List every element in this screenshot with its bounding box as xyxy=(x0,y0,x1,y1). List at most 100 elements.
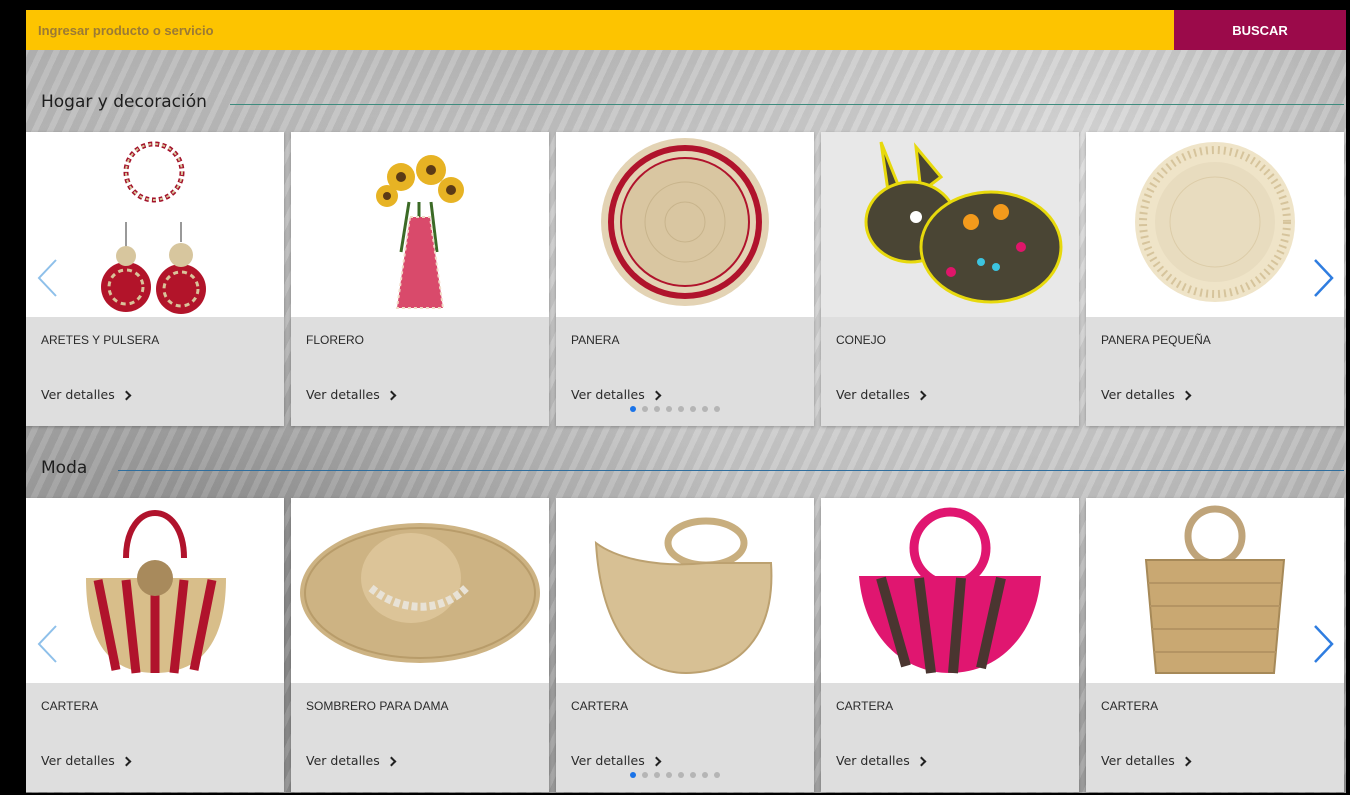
details-link[interactable]: Ver detalles xyxy=(836,387,927,402)
carousel-dots xyxy=(630,772,720,778)
carousel-dot[interactable] xyxy=(642,406,648,412)
carousel-dot[interactable] xyxy=(654,772,660,778)
chevron-right-icon xyxy=(1181,390,1192,400)
carousel-dot[interactable] xyxy=(702,406,708,412)
product-name: CARTERA xyxy=(571,699,629,713)
section-header: Hogar y decoración xyxy=(26,92,1346,126)
section-moda: Moda xyxy=(26,458,1346,492)
chevron-right-icon xyxy=(121,756,132,766)
carousel-dot[interactable] xyxy=(678,772,684,778)
carousel-dot[interactable] xyxy=(642,772,648,778)
details-link[interactable]: Ver detalles xyxy=(571,753,662,768)
chevron-right-icon xyxy=(916,756,927,766)
product-name: CONEJO xyxy=(836,333,887,347)
chevron-right-icon xyxy=(1314,625,1334,663)
small-basket-icon xyxy=(1135,142,1295,302)
product-card[interactable]: CONEJO Ver detalles xyxy=(821,132,1079,426)
product-image[interactable] xyxy=(26,498,284,683)
product-image[interactable] xyxy=(821,498,1079,683)
product-name: CARTERA xyxy=(836,699,894,713)
section-divider xyxy=(230,104,1344,105)
product-card[interactable]: CARTERA Ver detalles xyxy=(1086,498,1344,792)
chevron-right-icon xyxy=(1314,259,1334,297)
vase-flowers-icon xyxy=(376,155,464,309)
details-link[interactable]: Ver detalles xyxy=(306,387,397,402)
carousel-dot[interactable] xyxy=(666,772,672,778)
details-link[interactable]: Ver detalles xyxy=(836,753,927,768)
product-image[interactable] xyxy=(1086,498,1344,683)
product-card[interactable]: CARTERA Ver detalles xyxy=(821,498,1079,792)
chevron-right-icon xyxy=(651,756,662,766)
carousel-dot[interactable] xyxy=(630,406,636,412)
rabbit-plush-icon xyxy=(864,141,1063,304)
wide-hat-icon xyxy=(300,523,540,663)
details-link-label: Ver detalles xyxy=(306,753,380,768)
product-image[interactable] xyxy=(291,132,549,317)
product-name: CARTERA xyxy=(41,699,99,713)
product-image[interactable] xyxy=(26,132,284,317)
product-card[interactable]: CARTERA Ver detalles xyxy=(26,498,284,792)
details-link[interactable]: Ver detalles xyxy=(571,387,662,402)
details-link-label: Ver detalles xyxy=(571,387,645,402)
earrings-bracelet-icon xyxy=(101,141,206,314)
chevron-right-icon xyxy=(651,390,662,400)
product-image[interactable] xyxy=(556,498,814,683)
product-name: CARTERA xyxy=(1101,699,1159,713)
chevron-right-icon xyxy=(121,390,132,400)
tote-basket-icon xyxy=(1144,505,1286,674)
section-hogar: Hogar y decoración xyxy=(26,92,1346,126)
product-image[interactable] xyxy=(291,498,549,683)
details-link[interactable]: Ver detalles xyxy=(41,753,132,768)
carousel-dots xyxy=(630,406,720,412)
screen-frame: BUSCAR Hogar y decoración xyxy=(0,0,1350,795)
carousel-dot[interactable] xyxy=(714,772,720,778)
carousel-dot[interactable] xyxy=(678,406,684,412)
details-link-label: Ver detalles xyxy=(1101,753,1175,768)
search-button[interactable]: BUSCAR xyxy=(1174,10,1346,50)
carousel-moda: CARTERA Ver detalles SOMBRERO PARA DAMA … xyxy=(26,498,1346,792)
carousel-dot[interactable] xyxy=(702,772,708,778)
product-name: ARETES Y PULSERA xyxy=(41,333,160,347)
carousel-dot[interactable] xyxy=(714,406,720,412)
details-link-label: Ver detalles xyxy=(836,387,910,402)
details-link-label: Ver detalles xyxy=(306,387,380,402)
carousel-next-arrow[interactable] xyxy=(1313,258,1335,298)
straw-handbag-icon xyxy=(594,517,773,675)
product-name: SOMBRERO PARA DAMA xyxy=(306,699,449,713)
details-link-label: Ver detalles xyxy=(41,753,115,768)
chevron-right-icon xyxy=(386,756,397,766)
product-name: FLORERO xyxy=(306,333,365,347)
page-viewport: BUSCAR Hogar y decoración xyxy=(26,10,1346,793)
product-name: PANERA xyxy=(571,333,620,347)
carousel-dot[interactable] xyxy=(654,406,660,412)
details-link[interactable]: Ver detalles xyxy=(1101,753,1192,768)
details-link[interactable]: Ver detalles xyxy=(1101,387,1192,402)
carousel-dot[interactable] xyxy=(690,772,696,778)
section-divider xyxy=(118,470,1344,471)
product-image[interactable] xyxy=(556,132,814,317)
section-title: Hogar y decoración xyxy=(41,92,207,112)
carousel-hogar: ARETES Y PULSERA Ver detalles FLORERO Ve… xyxy=(26,132,1346,426)
product-card[interactable]: FLORERO Ver detalles xyxy=(291,132,549,426)
product-card[interactable]: PANERA Ver detalles xyxy=(556,132,814,426)
details-link-label: Ver detalles xyxy=(571,753,645,768)
section-header: Moda xyxy=(26,458,1346,492)
section-title: Moda xyxy=(41,458,88,478)
details-link[interactable]: Ver detalles xyxy=(41,387,132,402)
product-card[interactable]: SOMBRERO PARA DAMA Ver detalles xyxy=(291,498,549,792)
carousel-dot[interactable] xyxy=(690,406,696,412)
chevron-right-icon xyxy=(916,390,927,400)
details-link[interactable]: Ver detalles xyxy=(306,753,397,768)
carousel-dot[interactable] xyxy=(666,406,672,412)
chevron-right-icon xyxy=(1181,756,1192,766)
carousel-dot[interactable] xyxy=(630,772,636,778)
search-input[interactable] xyxy=(26,10,1174,50)
product-card[interactable]: ARETES Y PULSERA Ver detalles xyxy=(26,132,284,426)
product-image[interactable] xyxy=(821,132,1079,317)
bread-basket-icon xyxy=(601,138,769,306)
search-bar: BUSCAR xyxy=(26,10,1346,50)
carousel-next-arrow[interactable] xyxy=(1313,624,1335,664)
product-card[interactable]: PANERA PEQUEÑA Ver detalles xyxy=(1086,132,1344,426)
product-card[interactable]: CARTERA Ver detalles xyxy=(556,498,814,792)
product-image[interactable] xyxy=(1086,132,1344,317)
